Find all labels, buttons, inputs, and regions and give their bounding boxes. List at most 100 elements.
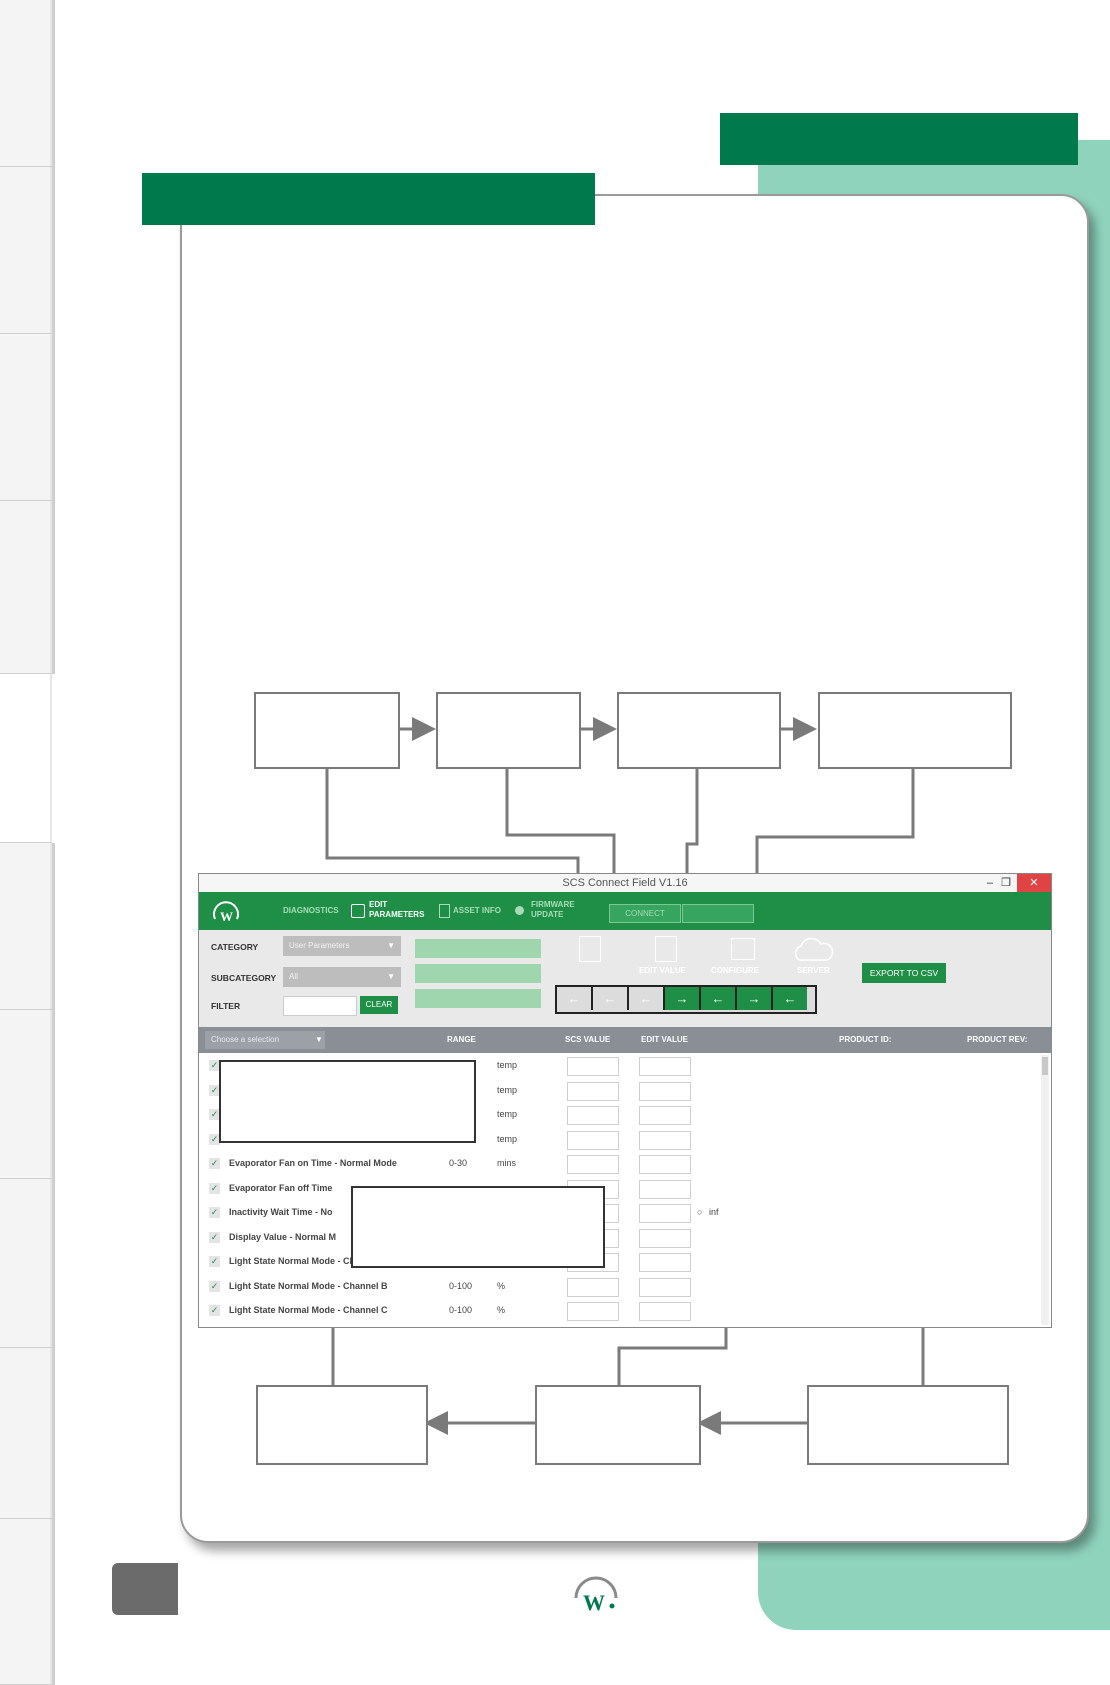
- parameter-unit: mins: [497, 1158, 517, 1168]
- scs-value-cell: [567, 1155, 619, 1174]
- parameter-range: 0-100: [449, 1280, 473, 1291]
- category-value: User Parameters: [289, 941, 350, 950]
- scs-value-cell: [567, 1106, 619, 1125]
- subcategory-value: All: [289, 972, 298, 981]
- connect-button[interactable]: CONNECT: [609, 904, 681, 923]
- edit-value-field[interactable]: [639, 1228, 691, 1248]
- edit-value-label[interactable]: EDIT VALUE: [639, 966, 686, 975]
- edit-icon: [351, 904, 365, 918]
- product-id-label: PRODUCT ID:: [839, 1035, 892, 1044]
- window-title: SCS Connect Field V1.16: [562, 877, 688, 889]
- disconnect-button[interactable]: [682, 904, 754, 923]
- chevron-down-icon: ▼: [315, 1035, 323, 1044]
- callout-box-1: [254, 692, 400, 769]
- nav-diagnostics[interactable]: DIAGNOSTICS: [283, 906, 339, 916]
- subcategory-select[interactable]: All ▼: [283, 967, 401, 987]
- parameter-name: Light State Normal Mode - Channel B: [229, 1280, 388, 1291]
- arrow-right-icon[interactable]: →: [665, 987, 701, 1010]
- toolbar-action-button[interactable]: [415, 939, 541, 958]
- checkbox-icon[interactable]: ✓: [209, 1182, 220, 1194]
- checkbox-icon[interactable]: ✓: [209, 1305, 220, 1316]
- parameter-name: Light State Normal Mode - Channel C: [229, 1305, 388, 1315]
- scs-value-header: SCS VALUE: [565, 1035, 611, 1044]
- arrow-left-icon[interactable]: ←: [593, 987, 629, 1010]
- checkbox-icon[interactable]: ✓: [209, 1207, 220, 1218]
- inf-label: inf: [709, 1207, 719, 1217]
- export-csv-button[interactable]: EXPORT TO CSV: [862, 963, 946, 983]
- arrow-left-icon[interactable]: ←: [557, 987, 593, 1010]
- nav-firmware-line2[interactable]: UPDATE: [531, 910, 563, 920]
- edit-value-field[interactable]: [639, 1277, 691, 1297]
- table-row[interactable]: ✓ Evaporator Fan off Time: [199, 1178, 1039, 1201]
- parameter-range: 0-100: [449, 1305, 473, 1315]
- nav-edit-parameters-line1[interactable]: EDIT: [369, 900, 387, 910]
- radio-icon[interactable]: ○: [697, 1207, 702, 1217]
- scs-value-cell: [567, 1302, 619, 1321]
- selection-value: Choose a selection: [211, 1035, 280, 1044]
- arrow-left-icon[interactable]: ←: [629, 987, 665, 1010]
- configure-label[interactable]: CONFIGURE: [711, 966, 759, 975]
- clear-button[interactable]: CLEAR: [360, 996, 398, 1014]
- checkbox-icon[interactable]: ✓: [209, 1158, 220, 1169]
- checkbox-icon[interactable]: ✓: [209, 1280, 220, 1292]
- nav-edit-parameters-line2[interactable]: PARAMETERS: [369, 910, 424, 920]
- edit-value-field[interactable]: [639, 1155, 691, 1174]
- filter-label: FILTER: [211, 1001, 241, 1011]
- server-label[interactable]: SERVER: [797, 966, 830, 975]
- parameter-unit: temp: [497, 1109, 518, 1119]
- chevron-down-icon: ▼: [387, 972, 395, 981]
- parameter-unit: temp: [497, 1133, 518, 1144]
- arrow-left-icon[interactable]: ←: [773, 987, 807, 1010]
- edit-value-field[interactable]: [639, 1081, 691, 1101]
- checkbox-icon[interactable]: ✓: [209, 1231, 220, 1243]
- selection-dropdown[interactable]: Choose a selection ▼: [205, 1031, 325, 1049]
- nav-firmware-line1[interactable]: FIRMWARE: [531, 900, 575, 910]
- range-header: RANGE: [447, 1035, 476, 1044]
- minimize-icon[interactable]: –: [987, 874, 993, 892]
- arrow-left-icon[interactable]: ←: [701, 987, 737, 1010]
- document-icon: [579, 936, 601, 962]
- parameter-name: Evaporator Fan on Time - Normal Mode: [229, 1158, 397, 1168]
- toolbar-action-button[interactable]: [415, 964, 541, 983]
- edit-value-field[interactable]: [639, 1204, 691, 1223]
- table-row[interactable]: ✓ Evaporator Fan on Time - Normal Mode 0-3…: [199, 1153, 1039, 1176]
- parameter-unit: %: [497, 1280, 506, 1291]
- edit-value-field[interactable]: [639, 1179, 691, 1199]
- scrollbar-thumb[interactable]: [1042, 1057, 1048, 1075]
- filter-input[interactable]: [283, 996, 357, 1016]
- edit-value-field[interactable]: [639, 1302, 691, 1321]
- cloud-icon: [795, 937, 834, 961]
- edit-value-field[interactable]: [639, 1130, 691, 1150]
- callout-box-5: [219, 1060, 476, 1143]
- edit-value-field[interactable]: [639, 1106, 691, 1125]
- parameter-name: Display Value - Normal M: [229, 1231, 337, 1242]
- scs-value-cell: [567, 1277, 619, 1297]
- close-icon[interactable]: ✕: [1017, 874, 1051, 892]
- restore-icon[interactable]: ❐: [1001, 874, 1011, 892]
- table-row[interactable]: ✓ Light State Normal Mode - Channel C 0-10…: [199, 1300, 1039, 1323]
- parameter-name: Inactivity Wait Time - No: [229, 1207, 333, 1217]
- table-row[interactable]: ✓ Inactivity Wait Time - No ○ inf: [199, 1202, 1039, 1225]
- category-select[interactable]: User Parameters ▼: [283, 936, 401, 956]
- callout-box-8: [535, 1385, 701, 1465]
- window-titlebar: SCS Connect Field V1.16 – ❐ ✕: [199, 874, 1051, 892]
- checkbox-icon[interactable]: ✓: [209, 1256, 220, 1267]
- edit-value-field[interactable]: [639, 1253, 691, 1272]
- toolbar-action-button[interactable]: [415, 989, 541, 1008]
- edit-value-field[interactable]: [639, 1057, 691, 1076]
- app-logo-icon: W: [213, 901, 239, 924]
- table-row[interactable]: ✓Light State Normal Mode - Channel A0-10…: [199, 1251, 1039, 1274]
- arrow-right-icon[interactable]: →: [737, 987, 773, 1010]
- arrow-button-row: ← ← ← → ← → ←: [555, 985, 817, 1014]
- page-number-block: [112, 1563, 178, 1615]
- nav-asset-info[interactable]: ASSET INFO: [453, 906, 501, 916]
- parameter-unit: temp: [497, 1084, 518, 1095]
- callout-box-6: [351, 1186, 605, 1268]
- scrollbar[interactable]: [1041, 1055, 1049, 1325]
- callout-box-9: [807, 1385, 1009, 1465]
- table-row[interactable]: ✓ Display Value - Normal M: [199, 1227, 1039, 1250]
- table-row[interactable]: ✓ Light State Normal Mode - Channel B 0-10…: [199, 1276, 1039, 1299]
- configure-icon: [731, 938, 755, 960]
- scs-value-cell: [567, 1130, 619, 1150]
- parameter-range: 0-30: [449, 1158, 468, 1168]
